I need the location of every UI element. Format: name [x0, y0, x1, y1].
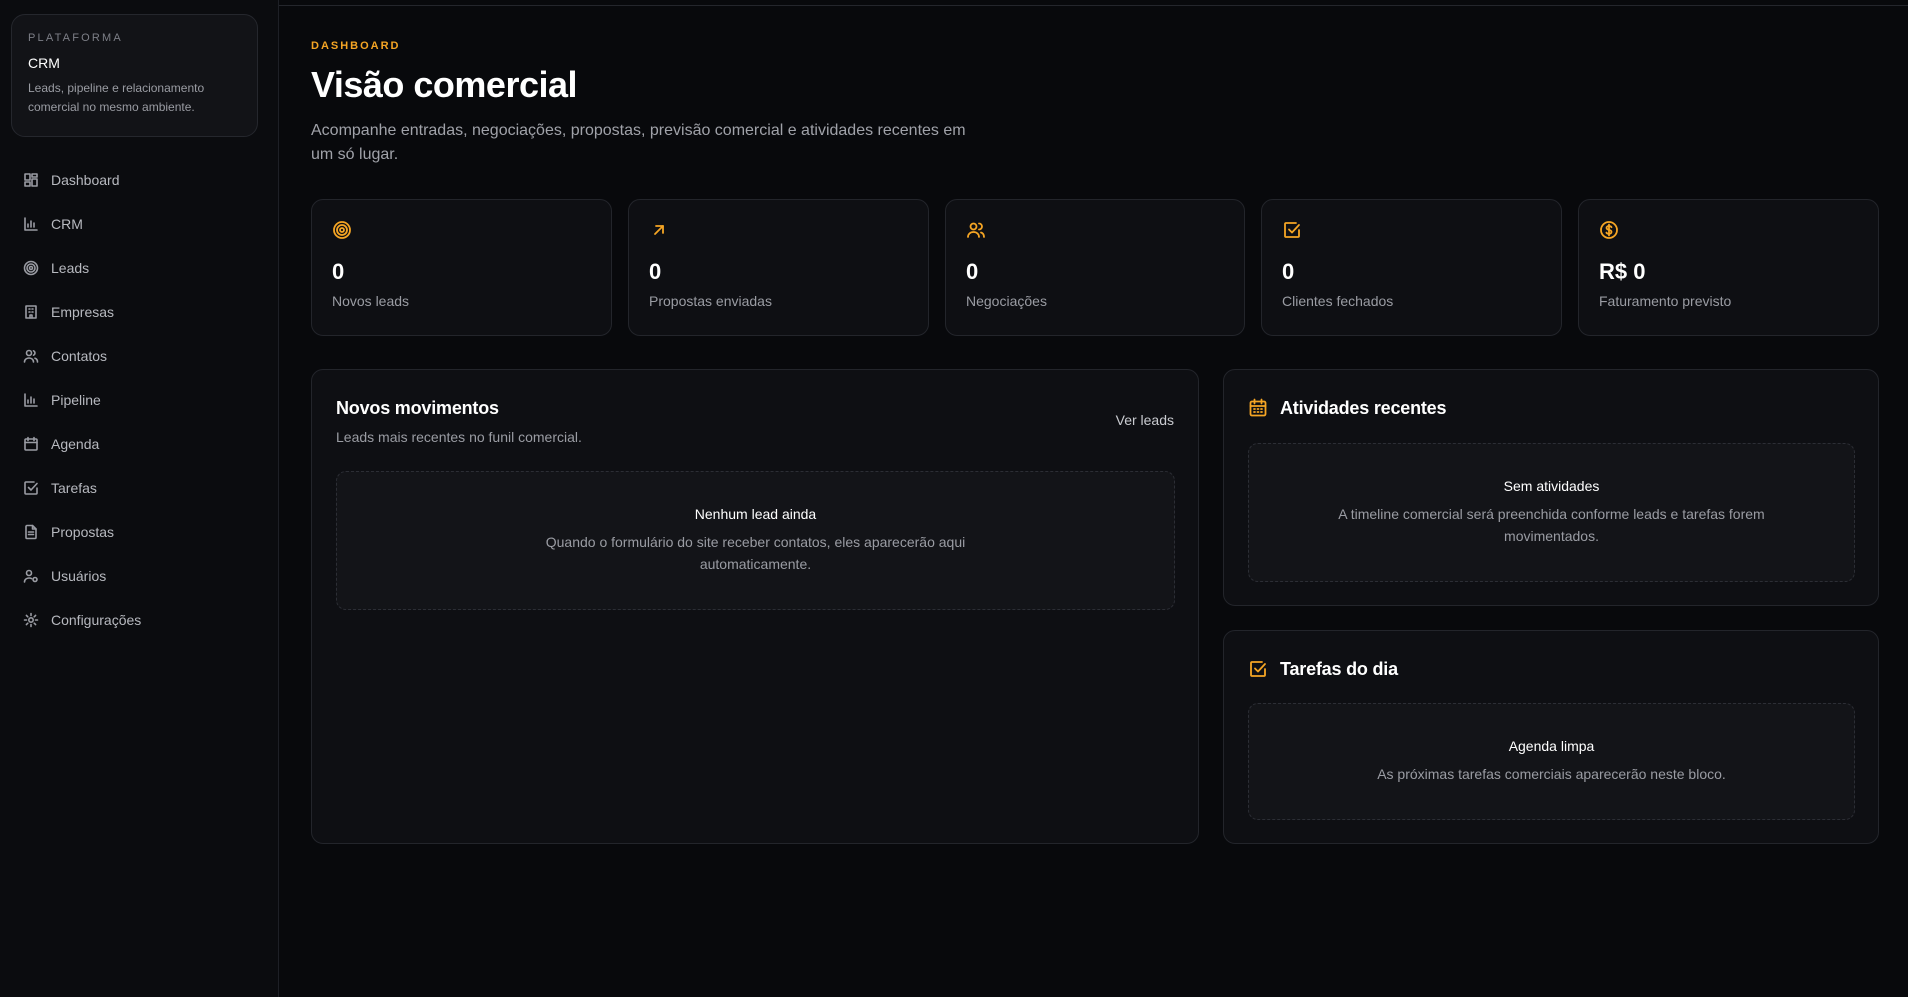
sidebar-item-dashboard[interactable]: Dashboard [11, 158, 268, 202]
activities-empty-state: Sem atividades A timeline comercial será… [1248, 443, 1855, 582]
sidebar-item-label: Tarefas [51, 480, 97, 496]
stat-label: Negociações [966, 293, 1047, 309]
sidebar-item-crm[interactable]: CRM [11, 202, 268, 246]
stat-label: Faturamento previsto [1599, 293, 1732, 309]
sidebar-item-label: Configurações [51, 612, 142, 628]
check-square-icon [23, 480, 39, 496]
stat-card-clientes-fechados: 0 Clientes fechados [1261, 199, 1562, 336]
empty-description: A timeline comercial será preenchida con… [1338, 506, 1765, 544]
bar-chart-icon [23, 216, 39, 232]
stat-card-propostas-enviadas: 0 Propostas enviadas [628, 199, 929, 336]
sidebar-item-usuarios[interactable]: Usuários [11, 554, 268, 598]
target-icon [332, 220, 591, 245]
sidebar-item-leads[interactable]: Leads [11, 246, 268, 290]
brand-card: PLATAFORMA CRM Leads, pipeline e relacio… [11, 14, 258, 137]
stat-card-faturamento-previsto: R$ 0 Faturamento previsto [1578, 199, 1879, 336]
stat-value: R$ 0 [1599, 259, 1646, 284]
dollar-circle-icon [1599, 220, 1858, 245]
activities-panel: Atividades recentes Sem atividades A tim… [1223, 369, 1879, 606]
page-subtitle: Acompanhe entradas, negociações, propost… [311, 122, 966, 163]
empty-title: Nenhum lead ainda [694, 506, 817, 522]
tasks-panel: Tarefas do dia Agenda limpa As próximas … [1223, 630, 1879, 844]
sidebar-item-label: Pipeline [51, 392, 101, 408]
check-square-icon [1248, 659, 1268, 684]
stat-label: Clientes fechados [1282, 293, 1394, 309]
tasks-empty-state: Agenda limpa As próximas tarefas comerci… [1248, 703, 1855, 820]
sidebar-item-empresas[interactable]: Empresas [11, 290, 268, 334]
arrow-up-right-icon [649, 220, 908, 245]
sidebar-item-configuracoes[interactable]: Configurações [11, 598, 268, 642]
gear-icon [23, 612, 39, 628]
sidebar-item-tarefas[interactable]: Tarefas [11, 466, 268, 510]
sidebar-item-label: Propostas [51, 524, 115, 540]
empty-title: Sem atividades [1503, 478, 1600, 494]
sidebar-item-contatos[interactable]: Contatos [11, 334, 268, 378]
sidebar-item-propostas[interactable]: Propostas [11, 510, 268, 554]
movements-empty-state: Nenhum lead ainda Quando o formulário do… [336, 471, 1175, 610]
dashboard-icon [23, 172, 39, 188]
sidebar: PLATAFORMA CRM Leads, pipeline e relacio… [0, 0, 279, 997]
view-leads-link[interactable]: Ver leads [1116, 412, 1174, 428]
empty-description: Quando o formulário do site receber cont… [545, 534, 966, 572]
movements-subtitle: Leads mais recentes no funil comercial. [336, 429, 582, 445]
users-icon [966, 220, 1224, 245]
sidebar-nav: Dashboard CRM Leads Empresas Contatos Pi… [11, 158, 268, 642]
target-icon [23, 260, 39, 276]
empty-title: Agenda limpa [1508, 738, 1595, 754]
users-icon [23, 348, 39, 364]
sidebar-item-agenda[interactable]: Agenda [11, 422, 268, 466]
calendar-icon [23, 436, 39, 452]
brand-eyebrow: PLATAFORMA [28, 32, 123, 44]
sidebar-item-label: Usuários [51, 568, 107, 584]
user-cog-icon [23, 568, 39, 584]
stat-card-negociacoes: 0 Negociações [945, 199, 1245, 336]
stat-label: Propostas enviadas [649, 293, 772, 309]
stat-label: Novos leads [332, 293, 410, 309]
sidebar-item-label: CRM [51, 216, 83, 232]
activities-title: Atividades recentes [1280, 398, 1447, 418]
page-eyebrow: DASHBOARD [311, 40, 401, 52]
movements-title: Novos movimentos [336, 398, 499, 418]
brand-description: Leads, pipeline e relacionamento comerci… [28, 81, 205, 114]
top-divider [279, 5, 1908, 6]
building-icon [23, 304, 39, 320]
stat-card-novos-leads: 0 Novos leads [311, 199, 612, 336]
sidebar-item-label: Agenda [51, 436, 100, 452]
stat-value: 0 [1282, 259, 1295, 284]
bar-chart-icon [23, 392, 39, 408]
movements-panel: Novos movimentos Leads mais recentes no … [311, 369, 1199, 844]
sidebar-item-label: Leads [51, 260, 90, 276]
sidebar-item-label: Dashboard [51, 172, 120, 188]
stat-value: 0 [332, 259, 345, 284]
brand-name: CRM [28, 55, 60, 71]
stat-value: 0 [966, 259, 979, 284]
check-square-icon [1282, 220, 1541, 245]
sidebar-item-label: Empresas [51, 304, 115, 320]
page-title: Visão comercial [311, 64, 578, 105]
sidebar-item-label: Contatos [51, 348, 108, 364]
file-text-icon [23, 524, 39, 540]
calendar-icon [1248, 398, 1268, 423]
empty-description: As próximas tarefas comerciais aparecerã… [1377, 766, 1726, 782]
stat-value: 0 [649, 259, 662, 284]
tasks-title: Tarefas do dia [1280, 659, 1398, 679]
sidebar-item-pipeline[interactable]: Pipeline [11, 378, 268, 422]
